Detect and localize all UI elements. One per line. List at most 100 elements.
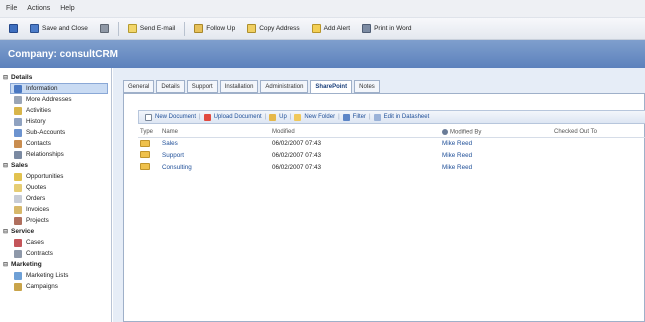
document-library: New Document | Upload Document | Up | Ne… xyxy=(138,110,645,173)
send-email-button[interactable]: Send E-mail xyxy=(123,21,180,37)
edit-in-datasheet-button[interactable]: Edit in Datasheet xyxy=(373,113,429,121)
column-modified-by[interactable]: Modified By xyxy=(440,128,552,138)
save-and-close-button[interactable]: Save and Close xyxy=(25,21,93,37)
grid-header-row: Type Name Modified Modified By Checked O… xyxy=(138,128,645,138)
row-modified-by[interactable]: Mike Reed xyxy=(440,161,552,173)
menu-bar: File Actions Help xyxy=(0,0,645,18)
add-alert-button[interactable]: Add Alert xyxy=(307,21,355,37)
tab-installation[interactable]: Installation xyxy=(219,80,259,93)
page-title: Company: consultCRM xyxy=(8,48,118,60)
column-name[interactable]: Name xyxy=(160,128,270,138)
sidebar-item-history[interactable]: History xyxy=(0,116,111,127)
sidebar-item-activities[interactable]: Activities xyxy=(0,105,111,116)
tab-sharepoint[interactable]: SharePoint xyxy=(310,80,353,94)
sidebar-section-service[interactable]: ⊟ Service xyxy=(0,226,111,237)
row-modified-by[interactable]: Mike Reed xyxy=(440,137,552,149)
orders-icon xyxy=(14,194,22,203)
section-label: Sales xyxy=(11,162,28,169)
sidebar-section-sales[interactable]: ⊟ Sales xyxy=(0,160,111,171)
toolbar-separator: | xyxy=(338,114,340,120)
table-row[interactable]: Consulting 06/02/2007 07:43 Mike Reed xyxy=(138,161,645,173)
address-icon xyxy=(14,95,22,104)
upload-document-button[interactable]: Upload Document xyxy=(203,113,262,121)
copy-address-button[interactable]: Copy Address xyxy=(242,21,304,37)
table-row[interactable]: Support 06/02/2007 07:43 Mike Reed xyxy=(138,149,645,161)
toolbar-separator: | xyxy=(264,114,267,120)
sidebar-item-cases[interactable]: Cases xyxy=(0,237,111,248)
tab-details[interactable]: Details xyxy=(156,80,185,93)
row-modified-by[interactable]: Mike Reed xyxy=(440,149,552,161)
folder-icon xyxy=(140,139,150,147)
sidebar-item-label: Cases xyxy=(26,239,44,246)
new-folder-button[interactable]: New Folder xyxy=(294,113,335,121)
sidebar-item-label: Sub-Accounts xyxy=(26,129,66,136)
folder-icon xyxy=(140,163,150,171)
row-modified: 06/02/2007 07:43 xyxy=(272,163,322,171)
folder-icon-cell xyxy=(138,149,160,161)
information-icon xyxy=(14,84,22,93)
tab-general[interactable]: General xyxy=(123,80,155,93)
column-checked-out-to[interactable]: Checked Out To xyxy=(552,128,645,138)
row-modified: 06/02/2007 07:43 xyxy=(272,151,322,159)
relationships-icon xyxy=(14,150,22,159)
opportunities-icon xyxy=(14,172,22,181)
save-icon-button[interactable] xyxy=(4,21,23,37)
column-type[interactable]: Type xyxy=(138,128,160,138)
invoices-icon xyxy=(14,205,22,214)
campaigns-icon xyxy=(14,282,22,291)
person-icon xyxy=(442,128,448,135)
menu-help[interactable]: Help xyxy=(60,5,74,12)
sidebar-item-information[interactable]: Information xyxy=(10,83,108,94)
column-modified[interactable]: Modified xyxy=(270,128,440,138)
sidebar-item-label: Campaigns xyxy=(26,283,58,290)
sub-accounts-icon xyxy=(14,128,22,137)
menu-actions[interactable]: Actions xyxy=(27,5,50,12)
sidebar-item-relationships[interactable]: Relationships xyxy=(0,149,111,160)
sidebar-item-label: Orders xyxy=(26,195,46,202)
menu-file[interactable]: File xyxy=(6,5,17,12)
sidebar-item-orders[interactable]: Orders xyxy=(0,193,111,204)
tab-support[interactable]: Support xyxy=(186,80,218,93)
marketing-lists-icon xyxy=(14,271,22,280)
collapse-icon: ⊟ xyxy=(3,75,9,81)
sidebar-item-projects[interactable]: Projects xyxy=(0,215,111,226)
collapse-icon: ⊟ xyxy=(3,229,9,235)
sidebar-item-label: Quotes xyxy=(26,184,47,191)
follow-up-label: Follow Up xyxy=(206,25,236,32)
new-document-button[interactable]: New Document xyxy=(145,113,196,121)
print-in-word-button[interactable]: Print in Word xyxy=(357,21,416,37)
print-button[interactable] xyxy=(95,21,114,37)
up-button[interactable]: Up xyxy=(269,113,287,121)
row-name[interactable]: Sales xyxy=(160,137,270,149)
record-title-bar: Company: consultCRM xyxy=(0,40,645,68)
sidebar-item-sub-accounts[interactable]: Sub-Accounts xyxy=(0,127,111,138)
sidebar-section-details[interactable]: ⊟ Details xyxy=(0,72,111,83)
sidebar-item-contracts[interactable]: Contracts xyxy=(0,248,111,259)
row-name[interactable]: Consulting xyxy=(160,161,270,173)
new-folder-icon xyxy=(294,113,302,121)
tab-administration[interactable]: Administration xyxy=(260,80,309,93)
new-document-icon xyxy=(145,113,152,121)
column-modified-by-label: Modified By xyxy=(450,129,482,136)
sidebar-section-marketing[interactable]: ⊟ Marketing xyxy=(0,259,111,270)
sidebar-item-opportunities[interactable]: Opportunities xyxy=(0,171,111,182)
tab-notes[interactable]: Notes xyxy=(354,80,380,93)
follow-up-button[interactable]: Follow Up xyxy=(189,21,240,37)
sharepoint-panel: New Document | Upload Document | Up | Ne… xyxy=(123,93,645,322)
filter-button[interactable]: Filter xyxy=(342,113,366,121)
table-row[interactable]: Sales 06/02/2007 07:43 Mike Reed xyxy=(138,137,645,149)
sidebar-item-contacts[interactable]: Contacts xyxy=(0,138,111,149)
contracts-icon xyxy=(14,249,22,258)
sidebar-item-marketing-lists[interactable]: Marketing Lists xyxy=(0,270,111,281)
row-name[interactable]: Support xyxy=(160,149,270,161)
sidebar-item-label: Contracts xyxy=(26,250,53,257)
cases-icon xyxy=(14,238,22,247)
sidebar-item-invoices[interactable]: Invoices xyxy=(0,204,111,215)
row-modified: 06/02/2007 07:43 xyxy=(272,139,322,147)
sidebar-item-more-addresses[interactable]: More Addresses xyxy=(0,94,111,105)
sidebar-item-quotes[interactable]: Quotes xyxy=(0,182,111,193)
follow-up-icon xyxy=(194,24,204,33)
filter-label: Filter xyxy=(352,114,366,120)
sidebar-item-campaigns[interactable]: Campaigns xyxy=(0,281,111,292)
activities-icon xyxy=(14,106,22,115)
